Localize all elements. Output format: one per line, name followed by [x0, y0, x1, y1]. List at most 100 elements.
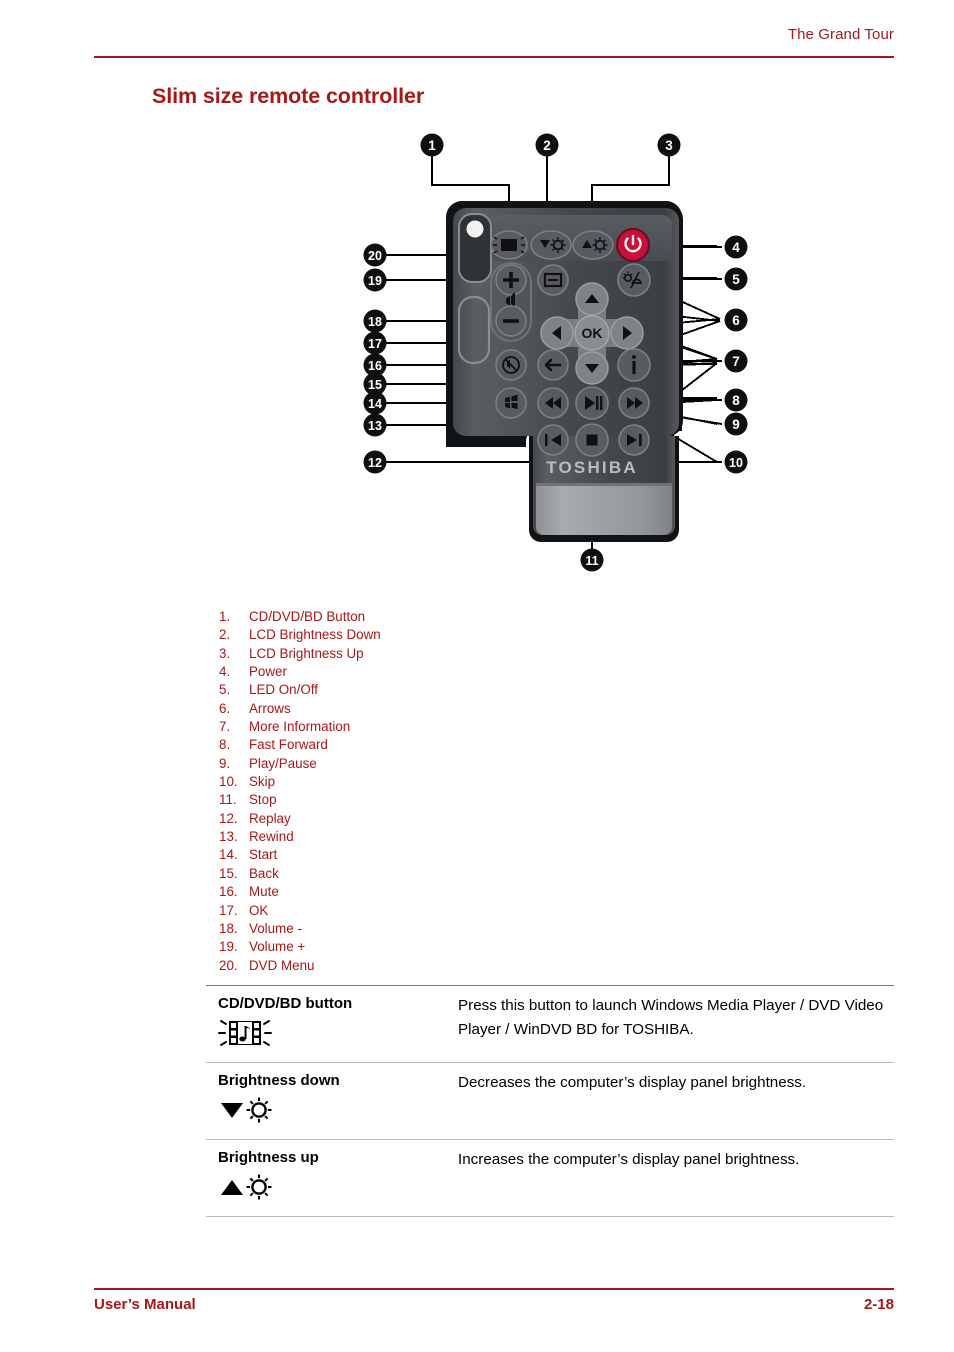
- list-item-number: 20.: [219, 957, 238, 973]
- list-item-number: 15.: [219, 865, 238, 881]
- list-item-number: 10.: [219, 774, 238, 790]
- list-item: 18. Volume -: [219, 920, 381, 938]
- list-item-number: 1.: [219, 609, 231, 624]
- film-music-icon: [218, 1018, 452, 1052]
- term-label: Brightness down: [218, 1072, 340, 1089]
- svg-text:18: 18: [368, 315, 382, 329]
- table-cell-description: Increases the computer’s display panel b…: [452, 1140, 894, 1217]
- callout-10: 10: [724, 450, 748, 474]
- button-play-pause[interactable]: [575, 386, 609, 420]
- button-mute[interactable]: [495, 349, 527, 381]
- svg-text:16: 16: [368, 359, 382, 373]
- list-item-label: Rewind: [249, 829, 294, 845]
- svg-text:1: 1: [428, 138, 436, 153]
- term-label: Brightness up: [218, 1149, 319, 1166]
- list-item: 11. Stop: [219, 791, 381, 809]
- svg-text:13: 13: [368, 419, 382, 433]
- brand-label: TOSHIBA: [546, 458, 638, 477]
- table-cell-term: Brightness up: [206, 1140, 452, 1217]
- button-power[interactable]: [616, 228, 650, 262]
- callout-13: 13: [363, 413, 387, 437]
- list-item-label: Arrows: [249, 700, 291, 716]
- list-item: 16. Mute: [219, 883, 381, 901]
- callout-18: 18: [363, 309, 387, 333]
- button-ok[interactable]: OK: [574, 315, 610, 351]
- button-stop[interactable]: [575, 423, 609, 457]
- list-item-label: More Information: [249, 719, 351, 735]
- list-item: 2. LCD Brightness Down: [219, 626, 381, 644]
- list-item-label: Skip: [249, 774, 276, 790]
- remote-controller-figure: TOSHIBA OK 1 2 3 4 5 6 7 8 9 10 11 12 13…: [0, 125, 954, 600]
- list-item: 15. Back: [219, 865, 381, 883]
- page-title: Slim size remote controller: [152, 84, 425, 108]
- button-replay[interactable]: [537, 424, 569, 456]
- table-row: Brightness up Increases the computer’s d…: [206, 1139, 894, 1217]
- button-volume-down[interactable]: [495, 305, 527, 337]
- svg-text:19: 19: [368, 274, 382, 288]
- list-item-number: 11.: [219, 792, 237, 808]
- list-item: 7. More Information: [219, 718, 381, 736]
- list-item-number: 19.: [219, 939, 238, 955]
- list-item-number: 7.: [219, 719, 231, 735]
- list-item: 17. OK: [219, 902, 381, 920]
- svg-text:9: 9: [732, 417, 740, 432]
- list-item-number: 9.: [219, 755, 231, 771]
- callout-16: 16: [363, 353, 387, 377]
- button-arrow-left[interactable]: [540, 316, 574, 350]
- up-triangle-sun-icon: [218, 1172, 452, 1206]
- header-divider: [94, 56, 894, 59]
- list-item: 9. Play/Pause: [219, 755, 381, 773]
- button-arrow-right[interactable]: [610, 316, 644, 350]
- page-header: The Grand Tour: [94, 26, 894, 43]
- table-cell-term: Brightness down: [206, 1063, 452, 1140]
- list-item-number: 16.: [219, 884, 238, 900]
- button-back[interactable]: [537, 349, 569, 381]
- svg-text:10: 10: [729, 456, 743, 470]
- button-fast-forward[interactable]: [618, 387, 650, 419]
- callout-8: 8: [724, 388, 748, 412]
- table-row: CD/DVD/BD button Press this button to la…: [206, 985, 894, 1063]
- button-skip[interactable]: [618, 424, 650, 456]
- button-more-information[interactable]: [617, 348, 651, 382]
- button-start[interactable]: [495, 387, 527, 419]
- button-led-on-off[interactable]: [617, 263, 651, 297]
- list-item: 6. Arrows: [219, 700, 381, 718]
- svg-text:17: 17: [368, 337, 382, 351]
- remote-body: TOSHIBA OK: [446, 201, 683, 542]
- callout-6: 6: [724, 308, 748, 332]
- footer-page-number: 2-18: [863, 1296, 894, 1313]
- button-arrow-down[interactable]: [575, 351, 609, 385]
- svg-text:6: 6: [732, 313, 740, 328]
- list-item-number: 12.: [219, 810, 238, 826]
- button-volume-up[interactable]: [495, 264, 527, 296]
- list-item-label: OK: [249, 902, 269, 918]
- callout-9: 9: [724, 412, 748, 436]
- callout-5: 5: [724, 267, 748, 291]
- legend-list: 1. CD/DVD/BD Button 2. LCD Brightness Down…: [219, 608, 381, 975]
- callout-3: 3: [657, 133, 681, 157]
- svg-text:3: 3: [665, 138, 673, 153]
- callout-19: 19: [363, 268, 387, 292]
- term-label: CD/DVD/BD button: [218, 995, 353, 1012]
- down-triangle-sun-icon: [218, 1095, 452, 1129]
- list-item-label: LCD Brightness Up: [249, 645, 364, 661]
- button-cd-dvd-bd[interactable]: [490, 230, 528, 260]
- list-item-number: 5.: [219, 682, 231, 698]
- button-arrow-up[interactable]: [575, 282, 609, 316]
- list-item: 19. Volume +: [219, 938, 381, 956]
- list-item-label: Mute: [249, 884, 279, 900]
- table-cell-description: Decreases the computer’s display panel b…: [452, 1063, 894, 1140]
- button-lcd-brightness-up[interactable]: [572, 230, 614, 260]
- svg-text:15: 15: [368, 378, 382, 392]
- button-rewind[interactable]: [537, 387, 569, 419]
- list-item-label: Power: [249, 664, 287, 680]
- manual-page: The Grand Tour Slim size remote controll…: [0, 0, 954, 1352]
- description-text: Decreases the computer’s display panel b…: [458, 1074, 807, 1091]
- button-dvd-menu[interactable]: [537, 264, 569, 296]
- button-lcd-brightness-down[interactable]: [530, 230, 572, 260]
- callout-7: 7: [724, 349, 748, 373]
- svg-text:11: 11: [585, 554, 598, 568]
- table-cell-term: CD/DVD/BD button: [206, 986, 452, 1063]
- button-description-table: CD/DVD/BD button Press this button to la…: [206, 985, 894, 1217]
- list-item: 13. Rewind: [219, 828, 381, 846]
